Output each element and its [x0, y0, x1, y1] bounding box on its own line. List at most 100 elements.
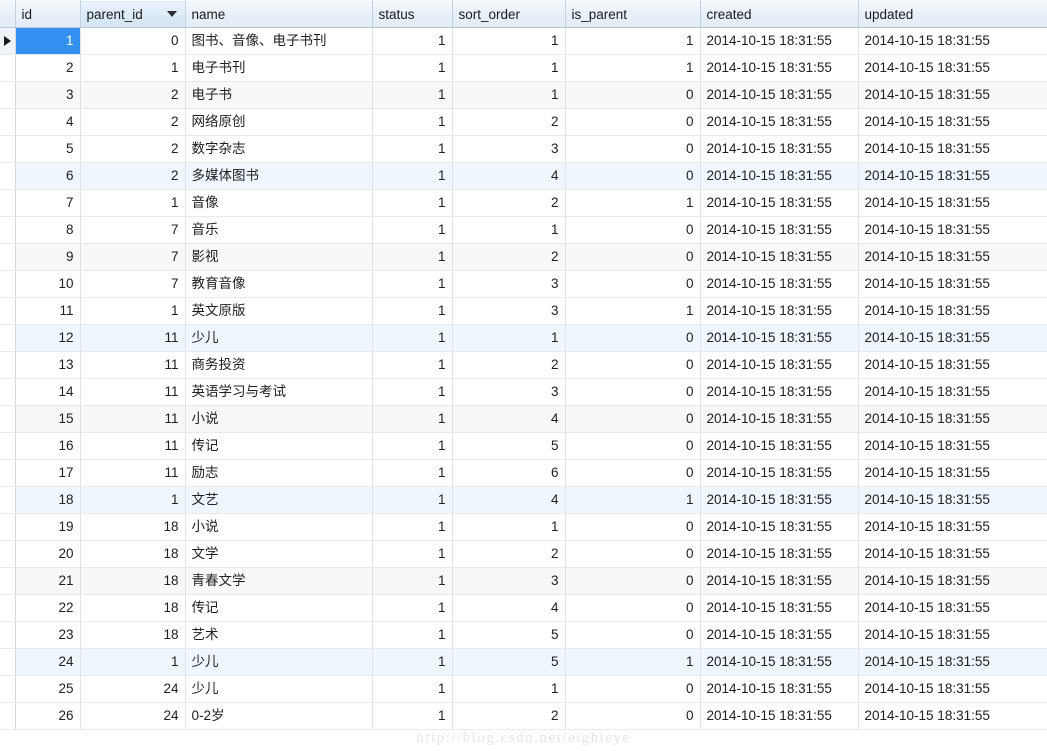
cell-status[interactable]: 1 — [372, 27, 453, 55]
cell-sort_order[interactable]: 5 — [452, 648, 566, 676]
cell-created[interactable]: 2014-10-15 18:31:55 — [700, 81, 859, 109]
cell-is_parent[interactable]: 0 — [565, 540, 701, 568]
cell-name[interactable]: 商务投资 — [185, 351, 373, 379]
row-indicator-cell[interactable] — [0, 81, 16, 109]
cell-status[interactable]: 1 — [372, 297, 453, 325]
cell-is_parent[interactable]: 0 — [565, 81, 701, 109]
cell-created[interactable]: 2014-10-15 18:31:55 — [700, 54, 859, 82]
cell-updated[interactable]: 2014-10-15 18:31:55 — [858, 189, 1047, 217]
cell-created[interactable]: 2014-10-15 18:31:55 — [700, 486, 859, 514]
table-row[interactable]: 15 11 小说 1 4 0 2014-10-15 18:31:55 2014-10-15 1… — [0, 405, 1047, 433]
table-row[interactable]: 26 24 0-2岁 1 2 0 2014-10-15 18:31:55 2014-10-15… — [0, 702, 1047, 730]
cell-updated[interactable]: 2014-10-15 18:31:55 — [858, 243, 1047, 271]
cell-name[interactable]: 音像 — [185, 189, 373, 217]
row-indicator-cell[interactable] — [0, 270, 16, 298]
cell-status[interactable]: 1 — [372, 675, 453, 703]
cell-created[interactable]: 2014-10-15 18:31:55 — [700, 297, 859, 325]
cell-updated[interactable]: 2014-10-15 18:31:55 — [858, 459, 1047, 487]
cell-is_parent[interactable]: 0 — [565, 324, 701, 352]
cell-created[interactable]: 2014-10-15 18:31:55 — [700, 189, 859, 217]
cell-id[interactable]: 21 — [15, 567, 81, 595]
cell-id[interactable]: 8 — [15, 216, 81, 244]
cell-created[interactable]: 2014-10-15 18:31:55 — [700, 702, 859, 730]
cell-sort_order[interactable]: 2 — [452, 108, 566, 136]
cell-status[interactable]: 1 — [372, 108, 453, 136]
cell-sort_order[interactable]: 4 — [452, 405, 566, 433]
cell-sort_order[interactable]: 1 — [452, 54, 566, 82]
cell-id[interactable]: 20 — [15, 540, 81, 568]
table-row[interactable]: 6 2 多媒体图书 1 4 0 2014-10-15 18:31:55 2014-10-15 … — [0, 162, 1047, 190]
row-indicator-cell[interactable] — [0, 540, 16, 568]
cell-is_parent[interactable]: 0 — [565, 270, 701, 298]
column-header-sort-order[interactable]: sort_order — [452, 0, 566, 28]
column-header-parent-id[interactable]: parent_id — [80, 0, 186, 28]
row-indicator-cell[interactable] — [0, 135, 16, 163]
cell-updated[interactable]: 2014-10-15 18:31:55 — [858, 270, 1047, 298]
row-indicator-cell[interactable] — [0, 459, 16, 487]
cell-status[interactable]: 1 — [372, 54, 453, 82]
cell-id[interactable]: 24 — [15, 648, 81, 676]
cell-created[interactable]: 2014-10-15 18:31:55 — [700, 459, 859, 487]
row-indicator-cell[interactable] — [0, 162, 16, 190]
cell-name[interactable]: 网络原创 — [185, 108, 373, 136]
column-header-name[interactable]: name — [185, 0, 373, 28]
cell-id[interactable]: 16 — [15, 432, 81, 460]
row-indicator-cell[interactable] — [0, 702, 16, 730]
cell-sort_order[interactable]: 3 — [452, 297, 566, 325]
cell-id[interactable]: 4 — [15, 108, 81, 136]
cell-updated[interactable]: 2014-10-15 18:31:55 — [858, 540, 1047, 568]
cell-parent_id[interactable]: 2 — [80, 81, 186, 109]
cell-created[interactable]: 2014-10-15 18:31:55 — [700, 432, 859, 460]
cell-status[interactable]: 1 — [372, 513, 453, 541]
row-indicator-cell[interactable] — [0, 567, 16, 595]
cell-sort_order[interactable]: 2 — [452, 243, 566, 271]
cell-updated[interactable]: 2014-10-15 18:31:55 — [858, 54, 1047, 82]
cell-created[interactable]: 2014-10-15 18:31:55 — [700, 378, 859, 406]
cell-created[interactable]: 2014-10-15 18:31:55 — [700, 621, 859, 649]
cell-name[interactable]: 传记 — [185, 432, 373, 460]
table-row[interactable]: 4 2 网络原创 1 2 0 2014-10-15 18:31:55 2014-10-15 1… — [0, 108, 1047, 136]
cell-is_parent[interactable]: 0 — [565, 243, 701, 271]
cell-updated[interactable]: 2014-10-15 18:31:55 — [858, 567, 1047, 595]
column-header-status[interactable]: status — [372, 0, 453, 28]
table-row[interactable]: 21 18 青春文学 1 3 0 2014-10-15 18:31:55 2014-10-15… — [0, 567, 1047, 595]
cell-id[interactable]: 14 — [15, 378, 81, 406]
cell-status[interactable]: 1 — [372, 702, 453, 730]
cell-status[interactable]: 1 — [372, 135, 453, 163]
row-indicator-cell[interactable] — [0, 297, 16, 325]
cell-is_parent[interactable]: 1 — [565, 486, 701, 514]
cell-parent_id[interactable]: 2 — [80, 135, 186, 163]
cell-id[interactable]: 5 — [15, 135, 81, 163]
cell-updated[interactable]: 2014-10-15 18:31:55 — [858, 594, 1047, 622]
cell-name[interactable]: 小说 — [185, 405, 373, 433]
column-header-id[interactable]: id — [15, 0, 81, 28]
table-row[interactable]: 18 1 文艺 1 4 1 2014-10-15 18:31:55 2014-10-15 18… — [0, 486, 1047, 514]
row-indicator-cell[interactable] — [0, 648, 16, 676]
cell-sort_order[interactable]: 2 — [452, 351, 566, 379]
cell-status[interactable]: 1 — [372, 189, 453, 217]
cell-id[interactable]: 23 — [15, 621, 81, 649]
row-indicator-cell[interactable] — [0, 243, 16, 271]
table-row[interactable]: 19 18 小说 1 1 0 2014-10-15 18:31:55 2014-10-15 1… — [0, 513, 1047, 541]
cell-parent_id[interactable]: 7 — [80, 270, 186, 298]
cell-parent_id[interactable]: 1 — [80, 486, 186, 514]
cell-name[interactable]: 教育音像 — [185, 270, 373, 298]
cell-name[interactable]: 青春文学 — [185, 567, 373, 595]
cell-is_parent[interactable]: 0 — [565, 675, 701, 703]
cell-created[interactable]: 2014-10-15 18:31:55 — [700, 567, 859, 595]
cell-sort_order[interactable]: 1 — [452, 324, 566, 352]
cell-is_parent[interactable]: 0 — [565, 432, 701, 460]
cell-created[interactable]: 2014-10-15 18:31:55 — [700, 594, 859, 622]
cell-is_parent[interactable]: 0 — [565, 513, 701, 541]
table-row[interactable]: 13 11 商务投资 1 2 0 2014-10-15 18:31:55 2014-10-15… — [0, 351, 1047, 379]
cell-name[interactable]: 多媒体图书 — [185, 162, 373, 190]
cell-created[interactable]: 2014-10-15 18:31:55 — [700, 648, 859, 676]
column-header-updated[interactable]: updated — [858, 0, 1047, 28]
cell-status[interactable]: 1 — [372, 594, 453, 622]
cell-is_parent[interactable]: 1 — [565, 189, 701, 217]
cell-id[interactable]: 9 — [15, 243, 81, 271]
cell-name[interactable]: 数字杂志 — [185, 135, 373, 163]
row-indicator-cell[interactable] — [0, 54, 16, 82]
cell-is_parent[interactable]: 0 — [565, 702, 701, 730]
cell-is_parent[interactable]: 0 — [565, 162, 701, 190]
